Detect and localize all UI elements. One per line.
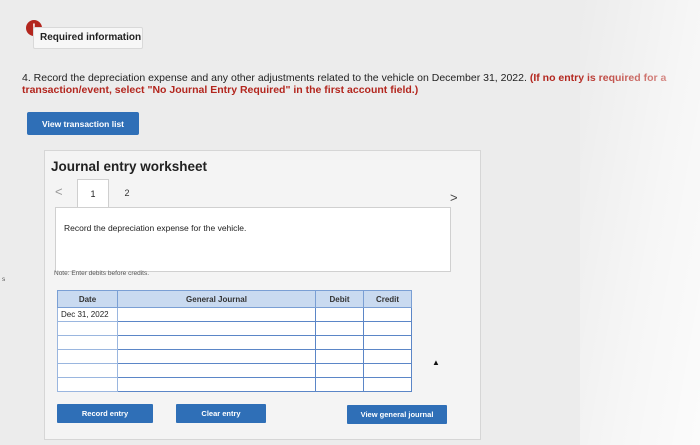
journal-table: Date General Journal Debit Credit Dec 31… [57, 290, 412, 392]
date-cell [57, 349, 118, 364]
table-row [57, 321, 412, 336]
chevron-left-icon[interactable]: < [55, 184, 63, 199]
debit-header: Debit [315, 290, 364, 308]
credit-header: Credit [363, 290, 412, 308]
table-row [57, 349, 412, 364]
debit-input[interactable] [315, 335, 364, 350]
debit-input[interactable] [315, 307, 364, 322]
table-row: Dec 31, 2022 [57, 307, 412, 322]
view-transaction-list-button[interactable]: View transaction list [27, 112, 139, 135]
debit-input[interactable] [315, 363, 364, 378]
edge-text: s [2, 276, 6, 283]
credit-input[interactable] [363, 321, 412, 336]
account-input[interactable] [117, 377, 316, 392]
credit-input[interactable] [363, 349, 412, 364]
credit-input[interactable] [363, 377, 412, 392]
debit-input[interactable] [315, 349, 364, 364]
debit-input[interactable] [315, 377, 364, 392]
table-row [57, 377, 412, 392]
tab-1[interactable]: 1 [77, 179, 109, 209]
description-text: Record the depreciation expense for the … [64, 223, 247, 233]
view-general-journal-button[interactable]: View general journal [347, 405, 447, 424]
date-header: Date [57, 290, 118, 308]
debit-input[interactable] [315, 321, 364, 336]
question-main: 4. Record the depreciation expense and a… [22, 72, 527, 84]
table-row [57, 335, 412, 350]
credit-input[interactable] [363, 335, 412, 350]
account-input[interactable] [117, 335, 316, 350]
account-input[interactable] [117, 321, 316, 336]
date-cell [57, 377, 118, 392]
date-cell [57, 363, 118, 378]
screen-glare [580, 0, 700, 445]
account-input[interactable] [117, 349, 316, 364]
table-row [57, 363, 412, 378]
note-text: Note: Enter debits before credits. [54, 270, 150, 277]
date-cell: Dec 31, 2022 [57, 307, 118, 322]
account-input[interactable] [117, 307, 316, 322]
tab-2[interactable]: 2 [109, 179, 145, 207]
description-box: Record the depreciation expense for the … [55, 207, 451, 272]
date-cell [57, 321, 118, 336]
worksheet-title: Journal entry worksheet [51, 159, 208, 174]
required-information-label: Required information [33, 27, 143, 49]
question-text: 4. Record the depreciation expense and a… [22, 72, 672, 96]
general-journal-header: General Journal [117, 290, 316, 308]
chevron-right-icon[interactable]: > [450, 190, 458, 205]
clear-entry-button[interactable]: Clear entry [176, 404, 266, 423]
date-cell [57, 335, 118, 350]
account-input[interactable] [117, 363, 316, 378]
credit-input[interactable] [363, 307, 412, 322]
record-entry-button[interactable]: Record entry [57, 404, 153, 423]
credit-input[interactable] [363, 363, 412, 378]
cursor-icon: ▲ [432, 358, 440, 367]
